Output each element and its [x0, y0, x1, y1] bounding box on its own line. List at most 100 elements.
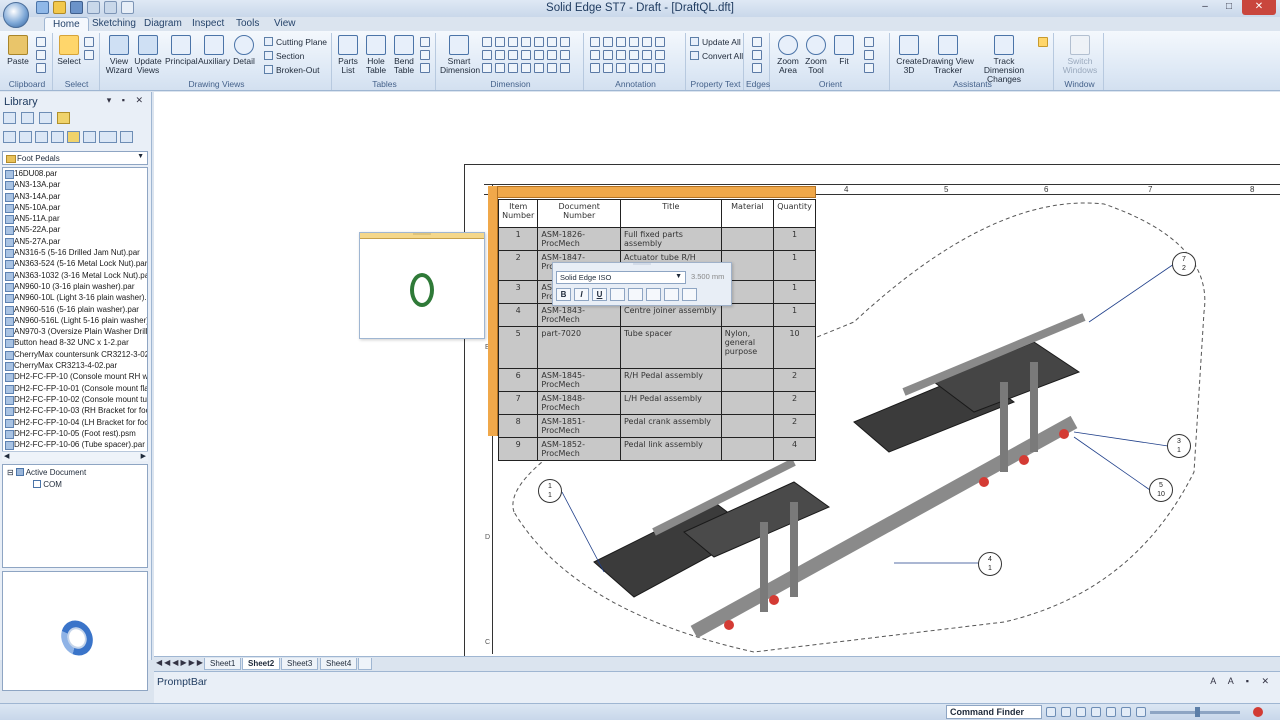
connector-icon[interactable]	[603, 63, 613, 73]
table-row[interactable]: 9 ASM-1852-ProcMech Pedal link assembly 4	[497, 437, 816, 461]
align-left-icon[interactable]	[610, 288, 625, 301]
list-item[interactable]: AN5-27A.par	[3, 236, 147, 248]
scroll-left-icon[interactable]: ◀	[4, 452, 9, 460]
drawing-view-tracker-button[interactable]: Drawing View Tracker	[922, 35, 974, 75]
dim-distance-icon[interactable]	[482, 37, 492, 47]
balloon[interactable]: 41	[978, 552, 1002, 576]
cut-icon[interactable]	[36, 37, 46, 47]
dim-table-icon[interactable]	[560, 63, 570, 73]
track-dimension-changes-button[interactable]: Track Dimension Changes	[974, 35, 1034, 84]
nav-icon-2[interactable]	[19, 131, 32, 143]
note-icon[interactable]	[642, 63, 652, 73]
sheet-view-icon[interactable]	[864, 63, 874, 73]
table-row[interactable]: 5 part-7020 Tube spacer Nylon, general purp…	[497, 326, 816, 369]
tree-root[interactable]: ⊟ Active Document	[7, 468, 86, 477]
refresh-view-icon[interactable]	[1046, 707, 1056, 717]
horizontal-scrollbar[interactable]: ◀ ▶	[2, 451, 148, 461]
dim-group-icon[interactable]	[560, 50, 570, 60]
tab-inspect[interactable]: Inspect	[184, 17, 232, 31]
zoom-slider-minus-icon[interactable]	[1136, 707, 1146, 717]
dim-align-icon[interactable]	[495, 63, 505, 73]
format-painter-icon[interactable]	[36, 63, 46, 73]
table-row[interactable]: 8 ASM-1851-ProcMech Pedal crank assembly 2	[497, 414, 816, 438]
popup-grip[interactable]: ⋯⋯⋯	[360, 232, 484, 239]
sheet-navigation[interactable]: ◀◀◀▶▶▶	[156, 658, 205, 667]
list-item[interactable]: DH2-FC-FP-10-05 (Foot rest).psm	[3, 428, 147, 440]
bend-table-button[interactable]: Bend Table	[390, 35, 418, 75]
section-button[interactable]: Section	[264, 51, 304, 61]
previous-view-icon[interactable]	[864, 50, 874, 60]
dim-arc-icon[interactable]	[521, 50, 531, 60]
dim-ordinate-icon[interactable]	[508, 50, 518, 60]
add-sheet-icon[interactable]	[358, 658, 372, 670]
table-icon[interactable]	[682, 288, 697, 301]
list-item[interactable]: DH2-FC-FP-10-01 (Console mount flange)	[3, 383, 147, 394]
dim-chamfer-icon[interactable]	[547, 37, 557, 47]
block-icon[interactable]	[616, 63, 626, 73]
list-item[interactable]: AN5-10A.par	[3, 202, 147, 214]
create-3d-button[interactable]: Create 3D	[894, 35, 924, 75]
table-row[interactable]: 4 ASM-1843-ProcMech Centre joiner assembly…	[497, 303, 816, 327]
table-row[interactable]: 1 ASM-1826-ProcMech Full fixed parts assem…	[497, 227, 816, 251]
auxiliary-button[interactable]: Auxiliary	[198, 35, 230, 66]
principal-button[interactable]: Principal	[165, 35, 198, 66]
parts-list-button[interactable]: Parts List	[334, 35, 362, 75]
panel-controls[interactable]: ▾ ▪ ✕	[107, 95, 147, 106]
tab-home[interactable]: Home	[44, 17, 89, 31]
library-folder-icon[interactable]	[57, 112, 70, 124]
file-list[interactable]: 16DU08.par AN3-13A.par AN3-14A.par AN5-1…	[2, 167, 148, 460]
dim-attach-icon[interactable]	[482, 63, 492, 73]
list-item[interactable]: AN970-3 (Oversize Plain Washer Drilled 5	[3, 326, 147, 338]
show-edges-icon[interactable]	[752, 37, 762, 47]
balloon[interactable]: 72	[1172, 252, 1196, 276]
select-filter-icon[interactable]	[84, 50, 94, 60]
detail-button[interactable]: Detail	[230, 35, 258, 66]
zoom-area-button[interactable]: Zoom Area	[774, 35, 802, 75]
forward-icon[interactable]	[51, 131, 64, 143]
dim-symmetric-icon[interactable]	[534, 37, 544, 47]
tab-sheet4[interactable]: Sheet4	[320, 658, 358, 670]
refresh-icon[interactable]	[83, 131, 96, 143]
pan-icon[interactable]	[1061, 707, 1071, 717]
view-options-icon[interactable]	[99, 131, 117, 143]
list-item[interactable]: AN3-14A.par	[3, 191, 147, 202]
view-wizard-button[interactable]: View Wizard	[104, 35, 134, 75]
command-finder-input[interactable]: Command Finder	[946, 705, 1042, 719]
list-item[interactable]: DH2-FC-FP-10-02 (Console mount tube).p	[3, 394, 147, 406]
switch-windows-button[interactable]: Switch Windows	[1058, 35, 1102, 75]
list-item[interactable]: AN960-516 (5-16 plain washer).par	[3, 304, 147, 315]
column-header[interactable]: Item Number	[497, 199, 539, 228]
bolt-hole-circle-icon[interactable]	[590, 63, 600, 73]
fit-view-icon[interactable]	[1106, 707, 1116, 717]
dim-diameter-icon[interactable]	[534, 50, 544, 60]
hide-edges-icon[interactable]	[752, 50, 762, 60]
select-button[interactable]: Select	[57, 35, 81, 66]
tab-sheet1[interactable]: Sheet1	[204, 658, 242, 670]
column-header[interactable]: Document Number	[537, 199, 621, 228]
update-views-button[interactable]: Update Views	[134, 35, 162, 75]
balloon-icon[interactable]	[603, 37, 613, 47]
justify-icon[interactable]	[664, 288, 679, 301]
parts-list-table[interactable]: Item Number Document Number Title Materi…	[488, 186, 816, 461]
zoom-tool-button[interactable]: Zoom Tool	[802, 35, 830, 75]
library-home-icon[interactable]	[3, 112, 16, 124]
part-preview-popup[interactable]: ⋯⋯⋯	[359, 232, 485, 339]
tab-sheet3[interactable]: Sheet3	[281, 658, 319, 670]
table-row[interactable]: 7 ASM-1848-ProcMech L/H Pedal assembly 2	[497, 391, 816, 415]
table-option-2-icon[interactable]	[420, 50, 430, 60]
zoom-out-icon[interactable]	[1091, 707, 1101, 717]
list-item[interactable]: AN5-22A.par	[3, 224, 147, 236]
update-all-button[interactable]: Update All	[690, 37, 741, 47]
list-item[interactable]: AN960-10L (Light 3-16 plain washer).par	[3, 292, 147, 304]
cutting-plane-button[interactable]: Cutting Plane	[264, 37, 327, 47]
list-item[interactable]: DH2-FC-FP-10-06 (Tube spacer).par	[3, 439, 147, 451]
column-header[interactable]: Material	[720, 199, 775, 228]
toolbar-grip[interactable]: ⋯⋯⋯	[553, 262, 731, 268]
hole-table-button[interactable]: Hole Table	[362, 35, 390, 75]
folder-select[interactable]: Foot Pedals ▼	[2, 151, 148, 165]
list-item[interactable]: AN960-516L (Light 5-16 plain washer).par	[3, 315, 147, 327]
font-select[interactable]: Solid Edge ISO ▼	[556, 271, 686, 284]
library-list-icon[interactable]	[39, 112, 52, 124]
list-item[interactable]: 16DU08.par	[3, 168, 147, 180]
tab-view[interactable]: View	[266, 17, 304, 31]
